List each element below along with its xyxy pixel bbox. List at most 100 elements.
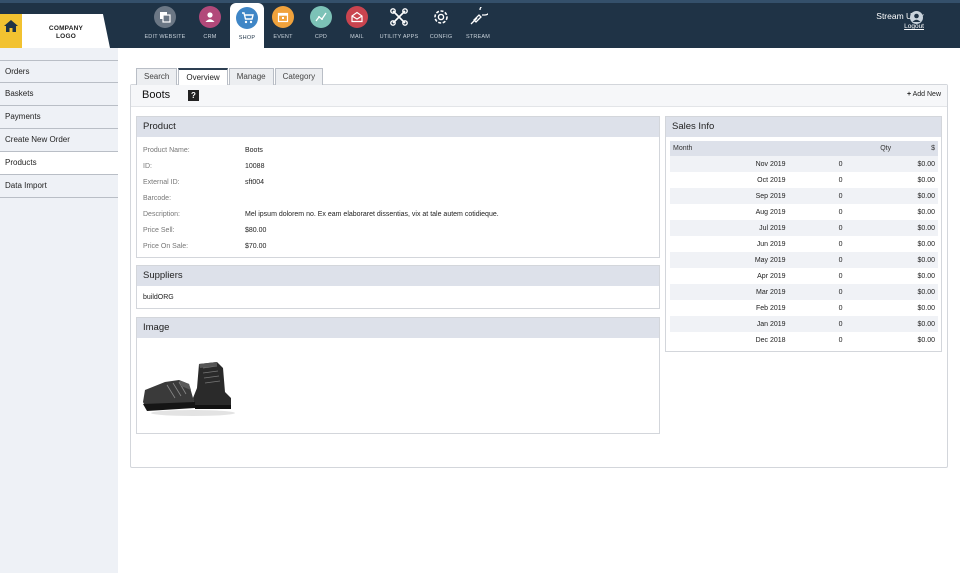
nav-event[interactable]: EVENT	[264, 0, 302, 48]
cell-month: Jun 2019	[756, 240, 786, 248]
cell-qty: 0	[788, 284, 892, 300]
table-row: Jul 2019 0 $0.00	[670, 220, 938, 236]
cell-amount: $0.00	[917, 176, 935, 184]
nav-label: STREAM	[465, 34, 491, 40]
logo-line-1: COMPANY	[48, 25, 84, 32]
cell-month: Feb 2019	[755, 304, 786, 312]
cell-month: Sep 2019	[670, 188, 789, 204]
home-button[interactable]	[0, 14, 22, 48]
logo-line-2: LOGO	[56, 33, 76, 40]
sidebar-item-products[interactable]: Products	[0, 152, 118, 175]
nav-label: CONFIG	[429, 34, 453, 40]
cell-month: Oct 2019	[757, 176, 786, 184]
nav-mail[interactable]: MAIL	[340, 0, 374, 48]
table-row: Jun 2019 0 $0.00	[670, 236, 938, 252]
main-nav: EDIT WEBSITE CRM SHOP EVENT CPD MAIL UTI…	[140, 0, 498, 48]
nav-stream[interactable]: STREAM	[458, 0, 498, 48]
nav-label: CRM	[203, 34, 217, 40]
sidebar-item-data-import[interactable]: Data Import	[0, 175, 118, 198]
cell-amount: $0.00	[891, 284, 938, 300]
cell-month: Aug 2019	[755, 208, 786, 216]
column-qty: Qty	[788, 141, 892, 156]
tab-category[interactable]: Category	[274, 68, 324, 85]
home-icon	[4, 20, 18, 32]
field-value: Mel ipsum dolorem no. Ex eam elaboraret …	[245, 211, 499, 218]
suppliers-panel: Suppliers buildORG	[136, 265, 660, 309]
add-new-button[interactable]: + Add New	[907, 91, 941, 98]
table-row: Jan 2019 0 $0.00	[670, 316, 938, 332]
cell-month: Jan 2019	[670, 316, 789, 332]
cell-amount: $0.00	[917, 240, 935, 248]
field-label: Barcode:	[143, 195, 172, 202]
table-row: Dec 2018 0 $0.00	[670, 332, 938, 348]
cell-qty: 0	[838, 304, 843, 312]
nav-config[interactable]: CONFIG	[424, 0, 458, 48]
cell-amount: $0.00	[891, 220, 938, 236]
field-value: Boots	[245, 147, 263, 154]
cell-month: Dec 2018	[755, 336, 786, 344]
supplier-name: buildORG	[143, 294, 174, 301]
sales-heading: Sales Info	[666, 117, 941, 137]
cell-qty: 0	[838, 240, 843, 248]
cell-amount: $0.00	[917, 272, 935, 280]
cell-qty: 0	[788, 252, 892, 268]
logout-link[interactable]: Logout	[876, 23, 924, 30]
top-bar: COMPANY LOGO EDIT WEBSITE CRM SHOP EVENT…	[0, 0, 960, 48]
product-panel: Product Product Name: Boots ID: 10088 Ex…	[136, 116, 660, 258]
table-row: May 2019 0 $0.00	[670, 252, 938, 268]
sidebar-item-create-new-order[interactable]: Create New Order	[0, 129, 118, 152]
nav-label: EDIT WEBSITE	[144, 34, 186, 40]
cell-month: Nov 2019	[670, 156, 789, 172]
field-label: External ID:	[143, 179, 180, 186]
sales-table: Month Qty $ Nov 2019 0 $0.00 Oct 2019 0 $0.00…	[670, 141, 938, 348]
tab-bar: Search Overview Manage Category	[136, 68, 324, 86]
add-new-label: Add New	[912, 91, 941, 98]
cell-qty: 0	[788, 316, 892, 332]
field-value: $80.00	[245, 227, 267, 234]
tab-overview[interactable]: Overview	[178, 68, 228, 86]
tab-manage[interactable]: Manage	[228, 68, 274, 85]
field-label: Price Sell:	[143, 227, 175, 234]
column-amount: $	[891, 141, 938, 156]
page-title: Boots	[142, 89, 171, 101]
user-avatar-icon[interactable]	[910, 11, 923, 24]
cell-qty: 0	[788, 188, 892, 204]
sidebar-item-baskets[interactable]: Baskets	[0, 83, 118, 106]
cpd-chart-icon	[310, 6, 332, 28]
cell-amount: $0.00	[917, 208, 935, 216]
field-value: 10088	[245, 163, 265, 170]
cell-amount: $0.00	[891, 316, 938, 332]
help-button[interactable]: ?	[188, 90, 199, 101]
tab-search[interactable]: Search	[136, 68, 178, 85]
sidebar-item-orders[interactable]: Orders	[0, 60, 118, 83]
nav-label: CPD	[314, 34, 328, 40]
nav-utility-apps[interactable]: UTILITY APPS	[374, 0, 424, 48]
field-label: Price On Sale:	[143, 243, 189, 250]
cell-qty: 0	[838, 272, 843, 280]
stream-icon	[467, 6, 489, 28]
plus-icon: +	[906, 91, 912, 98]
company-logo[interactable]: COMPANY LOGO	[22, 14, 110, 48]
cell-qty: 0	[838, 336, 843, 344]
nav-edit-website[interactable]: EDIT WEBSITE	[140, 0, 190, 48]
table-row: Feb 2019 0 $0.00	[670, 300, 938, 316]
suppliers-heading: Suppliers	[137, 266, 659, 286]
cell-month: Apr 2019	[757, 272, 786, 280]
nav-shop[interactable]: SHOP	[230, 3, 264, 48]
nav-cpd[interactable]: CPD	[302, 0, 340, 48]
mail-icon	[346, 6, 368, 28]
utility-apps-icon	[388, 6, 410, 28]
cell-amount: $0.00	[917, 304, 935, 312]
config-gear-icon	[430, 6, 452, 28]
table-row: Nov 2019 0 $0.00	[670, 156, 938, 172]
cell-qty: 0	[838, 208, 843, 216]
shop-cart-icon	[236, 7, 258, 29]
cell-qty: 0	[788, 156, 892, 172]
cell-amount: $0.00	[891, 188, 938, 204]
nav-crm[interactable]: CRM	[190, 0, 230, 48]
cell-month: Jul 2019	[670, 220, 789, 236]
sidebar: Orders Baskets Payments Create New Order…	[0, 48, 118, 573]
cell-amount: $0.00	[891, 156, 938, 172]
table-row: Sep 2019 0 $0.00	[670, 188, 938, 204]
sidebar-item-payments[interactable]: Payments	[0, 106, 118, 129]
